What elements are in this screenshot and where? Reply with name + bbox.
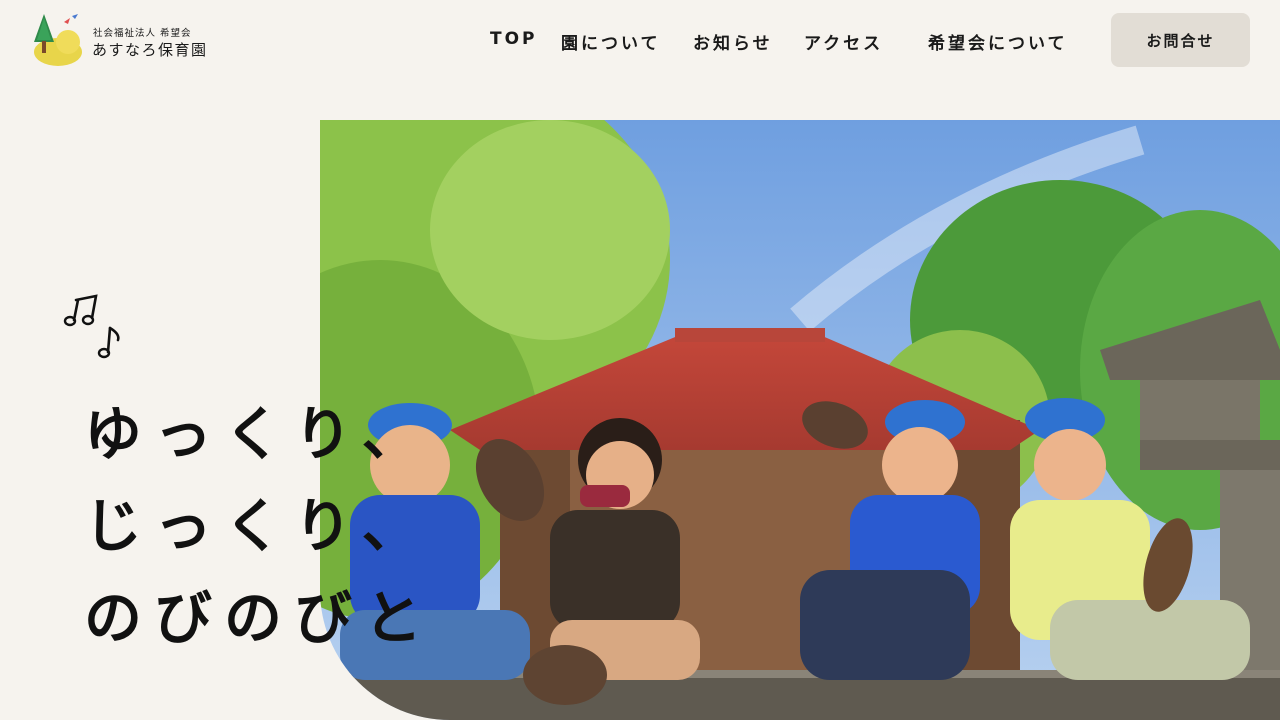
contact-button[interactable]: お問合せ <box>1111 13 1250 67</box>
catch-line-2: じっくり、 <box>84 492 432 560</box>
logo-org-name: 社会福祉法人 希望会 <box>93 28 192 39</box>
hero-catchphrase: ゆっくり、 じっくり、 のびのびと <box>84 388 434 664</box>
tree-logo-icon <box>34 14 82 66</box>
hero-photo-image <box>320 120 1280 720</box>
site-header: 社会福祉法人 希望会 あすなろ保育園 TOP 園について お知らせ アクセス 希… <box>0 0 1280 82</box>
nav-about-school[interactable]: 園について <box>561 29 661 54</box>
catch-line-1: ゆっくり、 <box>84 400 432 468</box>
nav-access[interactable]: アクセス <box>804 29 883 54</box>
music-notes-icon <box>63 294 120 359</box>
logo-link[interactable]: 社会福祉法人 希望会 あすなろ保育園 <box>28 12 228 68</box>
catch-line-3: のびのびと <box>84 584 435 652</box>
logo-school-name: あすなろ保育園 <box>92 41 208 59</box>
nav-about-kibokai[interactable]: 希望会について <box>928 29 1068 54</box>
hero-photo <box>320 120 1280 720</box>
nav-top[interactable]: TOP <box>490 29 538 49</box>
nav-news[interactable]: お知らせ <box>693 29 773 54</box>
